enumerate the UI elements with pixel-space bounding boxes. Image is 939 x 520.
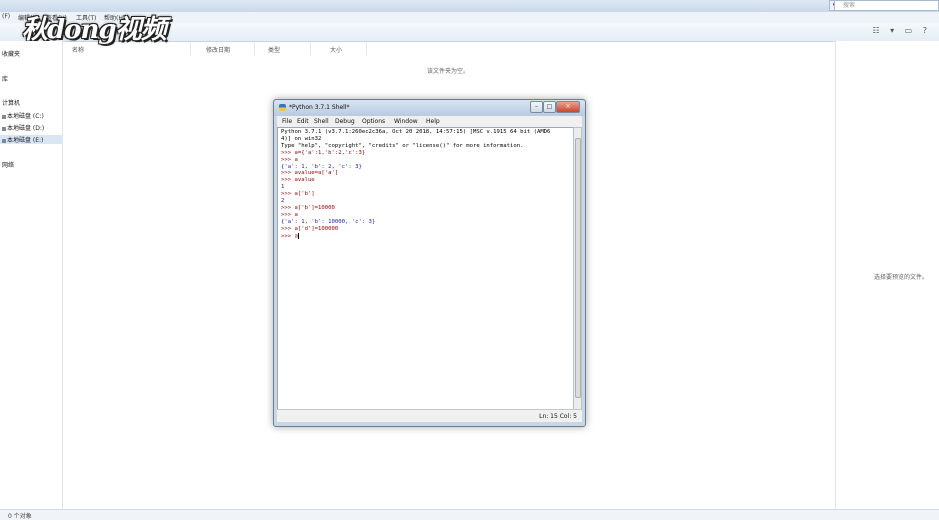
idle-statusbar: Ln: 15 Col: 5 [277,409,582,422]
idle-window-title: *Python 3.7.1 Shell* [289,104,350,111]
nav-drive-e[interactable]: 本地磁盘 (E:) [0,135,62,144]
shell-line: >>> avalue=a['a'] [281,170,339,177]
maximize-button[interactable]: □ [543,101,556,113]
preview-message: 选择要预览的文件。 [874,274,929,281]
nav-library[interactable]: 库 [2,74,8,83]
menu-file[interactable]: (F) [2,13,10,20]
minimize-button[interactable]: – [530,101,543,113]
python-icon [279,104,286,111]
shell-line: >>> a['b'] [281,191,315,198]
empty-folder-message: 该文件夹为空。 [427,68,470,75]
nav-drive-c[interactable]: 本地磁盘 (C:) [2,111,44,120]
idle-menu-debug[interactable]: Debug [335,118,355,125]
column-size[interactable]: 大小 [330,45,342,54]
column-divider [190,43,191,55]
shell-output: Python 3.7.1 (v3.7.1:260ec2c36a, Oct 20 … [281,129,550,240]
vertical-scrollbar[interactable] [573,127,582,411]
column-divider [366,43,367,55]
drive-icon [2,126,6,131]
shell-line: >>> a [281,156,298,163]
nav-drive-e-label: 本地磁盘 (E:) [7,137,44,144]
scrollbar-thumb[interactable] [575,138,581,398]
shell-line: >>> a [281,211,298,218]
shell-line: >>> avalue [281,177,315,184]
column-name[interactable]: 名称 [72,45,84,54]
shell-line: 1 [281,184,285,191]
search-input[interactable]: 搜索 [834,0,939,11]
idle-shell-window: *Python 3.7.1 Shell* – □ ✕ File Edit She… [273,99,586,427]
shell-text-area[interactable]: Python 3.7.1 (v3.7.1:260ec2c36a, Oct 20 … [277,127,575,410]
column-divider [254,43,255,55]
cursor-position: Ln: 15 Col: 5 [539,413,577,420]
column-divider [310,43,311,55]
shell-line: {'a': 1, 'b': 10000, 'c': 3} [281,218,376,225]
idle-menu-file[interactable]: File [282,118,292,125]
view-options-icon[interactable]: ☷ ▾ ▭ ? [872,26,931,35]
column-date[interactable]: 修改日期 [206,45,230,54]
shell-line: >>> a [281,233,298,240]
close-button[interactable]: ✕ [556,101,580,113]
nav-drive-c-label: 本地磁盘 (C:) [7,113,44,120]
nav-favorites[interactable]: 收藏夹 [2,49,20,58]
idle-menu-options[interactable]: Options [362,118,385,125]
navigation-pane: 收藏夹 库 计算机 本地磁盘 (C:) 本地磁盘 (D:) 本地磁盘 (E:) … [0,41,63,509]
shell-line: >>> a={'a':1,'b':2,'c':3} [281,149,366,156]
nav-network[interactable]: 网络 [2,160,14,169]
shell-line: 2 [281,198,285,205]
shell-line: {'a': 1, 'b': 2, 'c': 3} [281,163,362,170]
idle-menubar: File Edit Shell Debug Options Window Hel… [277,116,582,127]
text-cursor [297,232,299,239]
explorer-statusbar: 0 个对象 [0,509,939,520]
drive-icon [2,114,6,119]
idle-menu-shell[interactable]: Shell [314,118,329,125]
shell-line: Type "help", "copyright", "credits" or "… [281,142,524,149]
column-type[interactable]: 类型 [268,45,280,54]
nav-drive-d-label: 本地磁盘 (D:) [7,125,45,132]
idle-menu-window[interactable]: Window [394,118,418,125]
nav-computer[interactable]: 计算机 [2,98,20,107]
idle-menu-help[interactable]: Help [426,118,440,125]
idle-menu-edit[interactable]: Edit [297,118,309,125]
shell-line: >>> a['d']=100000 [281,225,339,232]
shell-line: Python 3.7.1 (v3.7.1:260ec2c36a, Oct 20 … [281,129,551,135]
shell-line: 4)] on win32 [281,135,322,142]
drive-icon [2,138,6,143]
shell-line: >>> a['b']=10000 [281,204,335,211]
nav-drive-d[interactable]: 本地磁盘 (D:) [2,123,44,132]
idle-title-bar[interactable]: *Python 3.7.1 Shell* – □ ✕ [274,100,585,116]
